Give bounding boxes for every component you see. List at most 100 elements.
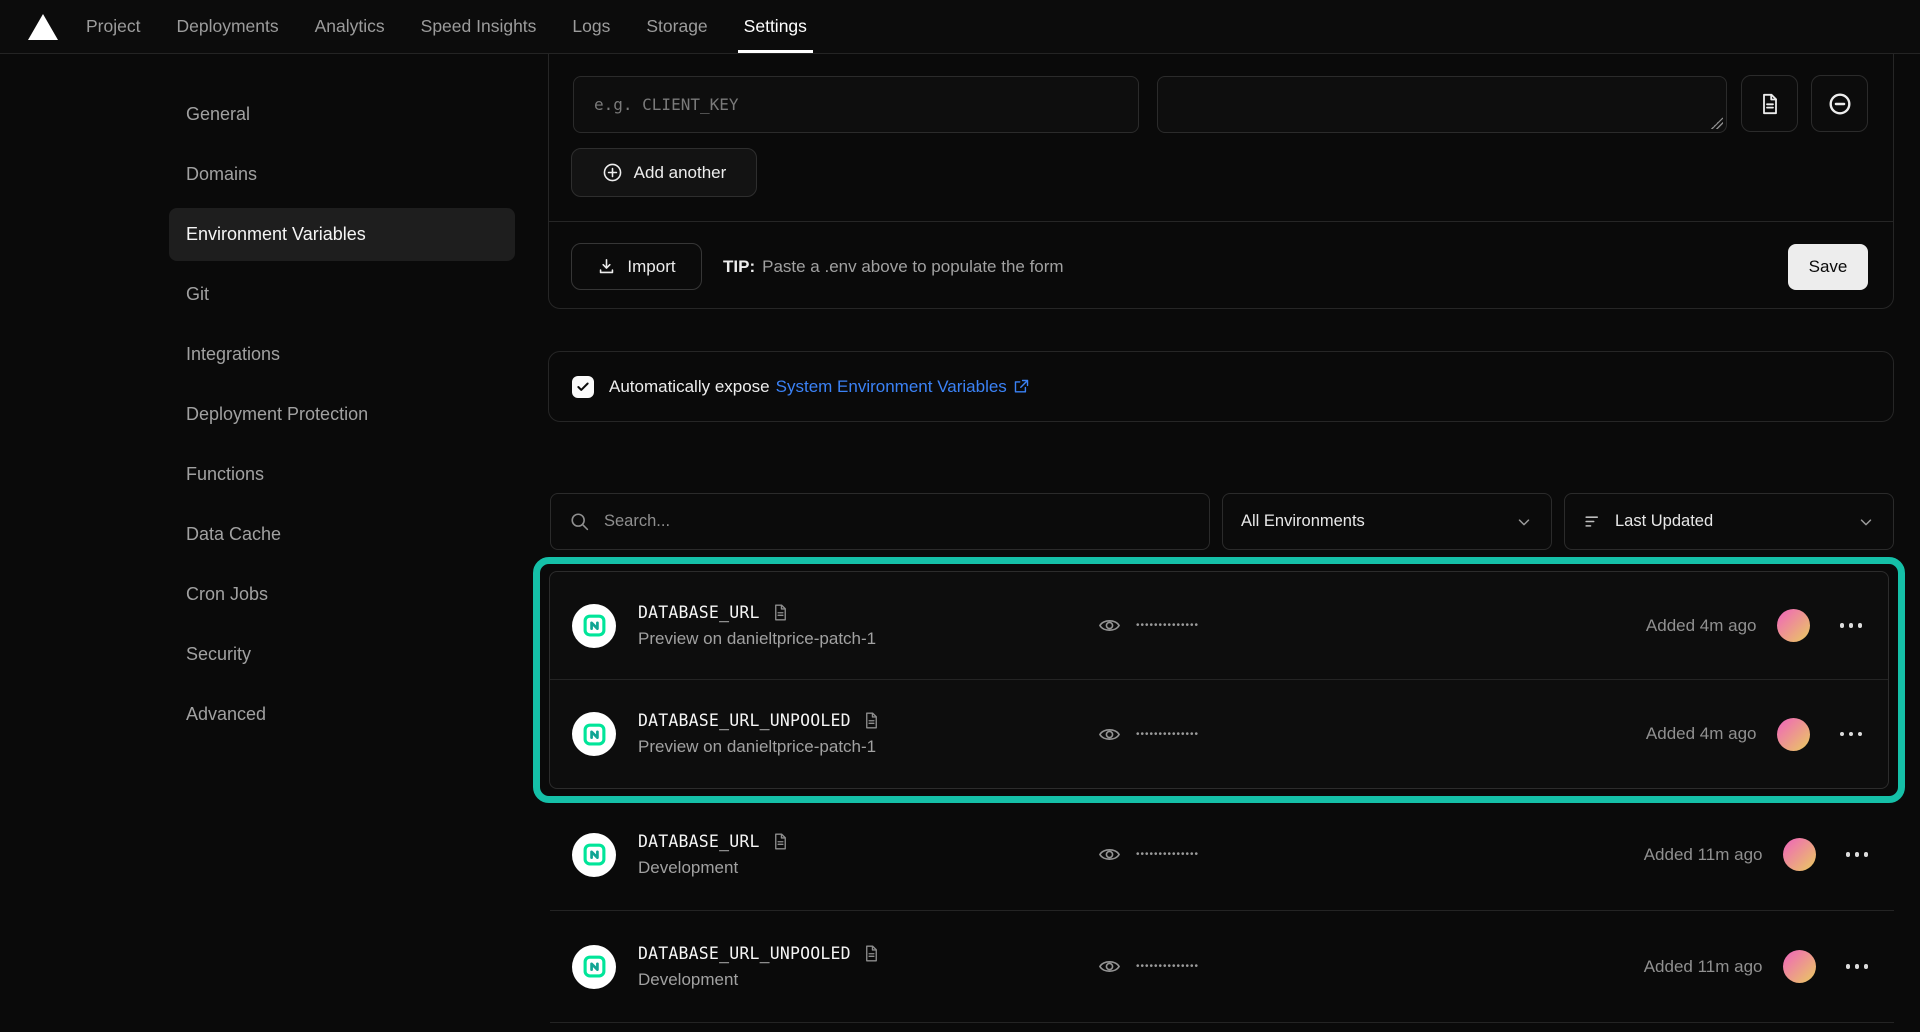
reveal-value-eye-icon[interactable] [1098,723,1121,746]
neon-integration-icon [572,945,616,989]
env-var-name: DATABASE_URL [638,832,760,851]
settings-sidebar: General Domains Environment Variables Gi… [0,54,550,1032]
copy-note-icon[interactable] [862,711,881,730]
neon-integration-icon [572,604,616,648]
sort-filter-value: Last Updated [1615,512,1713,531]
import-label: Import [627,257,675,277]
paste-env-file-button[interactable] [1741,75,1798,132]
sidebar-item-security[interactable]: Security [169,628,515,681]
avatar [1783,950,1816,983]
avatar [1783,838,1816,871]
checkmark-icon [576,380,590,394]
import-button[interactable]: Import [571,243,702,290]
add-another-label: Add another [634,163,727,183]
sidebar-item-deployment-protection[interactable]: Deployment Protection [169,388,515,441]
sidebar-item-data-cache[interactable]: Data Cache [169,508,515,561]
system-env-link-label: System Environment Variables [776,377,1007,397]
download-icon [597,257,616,276]
external-link-icon [1013,378,1030,395]
sort-filter-select[interactable]: Last Updated [1564,493,1894,550]
env-var-name: DATABASE_URL_UNPOOLED [638,711,851,730]
minus-circle-icon [1827,91,1853,117]
system-env-variables-link[interactable]: System Environment Variables [776,377,1030,397]
added-timestamp: Added 11m ago [1644,957,1763,977]
avatar [1777,609,1810,642]
masked-value: •••••••••••••• [1136,729,1199,740]
nav-tab-speed-insights[interactable]: Speed Insights [421,0,537,53]
highlight-annotation-box: DATABASE_URL Preview on danieltprice-pat… [533,557,1905,803]
row-menu-button[interactable] [1846,964,1869,969]
reveal-value-eye-icon[interactable] [1098,955,1121,978]
masked-value: •••••••••••••• [1136,961,1199,972]
sidebar-item-cron-jobs[interactable]: Cron Jobs [169,568,515,621]
import-tip: TIP: Paste a .env above to populate the … [723,243,1064,290]
env-var-row[interactable]: DATABASE_URL Development [550,799,1894,911]
env-value-field-wrap [1157,76,1727,133]
reveal-value-eye-icon[interactable] [1098,843,1121,866]
sort-lines-icon [1583,512,1602,531]
copy-note-icon[interactable] [771,603,790,622]
save-button[interactable]: Save [1788,244,1868,290]
row-menu-button[interactable] [1840,732,1863,737]
env-var-name: DATABASE_URL_UNPOOLED [638,944,851,963]
env-list-filters: All Environments Last Updated [550,493,1894,550]
sidebar-item-domains[interactable]: Domains [169,148,515,201]
search-field[interactable] [550,493,1210,550]
added-timestamp: Added 4m ago [1646,724,1757,744]
top-nav: Project Deployments Analytics Speed Insi… [0,0,1920,54]
env-var-target: Preview on danieltprice-patch-1 [638,629,876,649]
env-var-row[interactable]: DATABASE_URL_UNPOOLED Preview on danielt… [550,680,1888,788]
reveal-value-eye-icon[interactable] [1098,614,1121,637]
copy-note-icon[interactable] [862,944,881,963]
env-value-textarea[interactable] [1157,76,1727,133]
sidebar-item-environment-variables[interactable]: Environment Variables [169,208,515,261]
chevron-down-icon [1515,513,1533,531]
added-timestamp: Added 11m ago [1644,845,1763,865]
sidebar-item-functions[interactable]: Functions [169,448,515,501]
added-timestamp: Added 4m ago [1646,616,1757,636]
vercel-triangle-icon [28,14,58,40]
nav-tab-logs[interactable]: Logs [572,0,610,53]
environment-filter-value: All Environments [1241,512,1365,531]
highlighted-rows-card: DATABASE_URL Preview on danieltprice-pat… [549,571,1889,789]
nav-tab-deployments[interactable]: Deployments [176,0,278,53]
environment-variables-panel: Add another Import TIP: Paste a .env abo… [550,54,1894,1032]
sidebar-item-git[interactable]: Git [169,268,515,321]
env-var-target: Development [638,970,881,990]
tip-text: Paste a .env above to populate the form [762,257,1063,277]
row-menu-button[interactable] [1846,852,1869,857]
expose-label: Automatically expose [609,377,770,397]
row-menu-button[interactable] [1840,623,1863,628]
nav-tab-settings[interactable]: Settings [744,0,807,53]
nav-tab-storage[interactable]: Storage [646,0,707,53]
plus-circle-icon [602,162,623,183]
env-key-input[interactable] [573,76,1139,133]
nav-tab-analytics[interactable]: Analytics [315,0,385,53]
nav-tab-project[interactable]: Project [86,0,140,53]
sidebar-item-integrations[interactable]: Integrations [169,328,515,381]
system-env-expose-card: Automatically expose System Environment … [548,351,1894,422]
textarea-resize-handle[interactable] [1711,117,1723,129]
remove-row-button[interactable] [1811,75,1868,132]
env-var-row[interactable]: DATABASE_URL_UNPOOLED Development [550,911,1894,1023]
copy-note-icon[interactable] [771,832,790,851]
env-var-target: Preview on danieltprice-patch-1 [638,737,881,757]
search-input[interactable] [604,512,1191,531]
tip-prefix: TIP: [723,257,755,277]
env-var-target: Development [638,858,790,878]
environment-filter-select[interactable]: All Environments [1222,493,1552,550]
vercel-logo[interactable] [28,0,58,53]
env-var-form-card: Add another Import TIP: Paste a .env abo… [548,54,1894,309]
sidebar-item-general[interactable]: General [169,88,515,141]
search-icon [569,511,590,532]
avatar [1777,718,1810,751]
masked-value: •••••••••••••• [1136,620,1199,631]
expose-checkbox[interactable] [572,376,594,398]
sidebar-item-advanced[interactable]: Advanced [169,688,515,741]
document-icon [1758,92,1782,116]
env-var-row[interactable]: DATABASE_URL Preview on danieltprice-pat… [550,572,1888,680]
neon-integration-icon [572,833,616,877]
form-footer-divider [549,221,1893,222]
masked-value: •••••••••••••• [1136,849,1199,860]
add-another-button[interactable]: Add another [571,148,757,197]
